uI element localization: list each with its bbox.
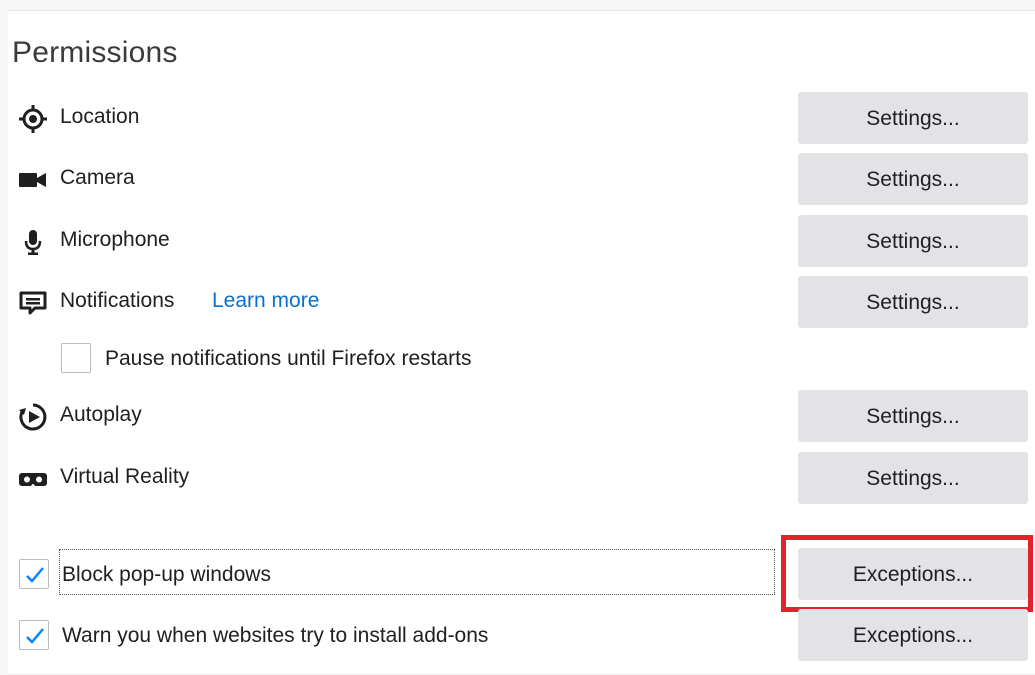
virtual-reality-settings-button[interactable]: Settings...	[798, 452, 1028, 504]
camera-icon	[18, 165, 48, 195]
notifications-icon	[18, 288, 48, 318]
microphone-icon	[18, 227, 48, 257]
camera-settings-button[interactable]: Settings...	[798, 153, 1028, 205]
microphone-settings-button[interactable]: Settings...	[798, 215, 1028, 267]
block-popups-label: Block pop-up windows	[62, 563, 271, 586]
permission-row-microphone: Microphone Settings...	[0, 215, 1035, 267]
location-settings-button[interactable]: Settings...	[798, 92, 1028, 144]
permission-label: Location	[60, 105, 140, 128]
notifications-settings-button[interactable]: Settings...	[798, 276, 1028, 328]
block-popups-checkbox[interactable]	[19, 559, 49, 589]
vr-headset-icon	[18, 464, 48, 494]
warn-addons-label: Warn you when websites try to install ad…	[62, 624, 489, 647]
permission-row-notifications: Notifications Learn more Settings...	[0, 276, 1035, 328]
location-icon	[18, 104, 48, 134]
warn-addons-row: Warn you when websites try to install ad…	[0, 609, 1035, 661]
learn-more-link[interactable]: Learn more	[212, 289, 319, 313]
permission-label: Microphone	[60, 228, 170, 251]
permission-label: Virtual Reality	[60, 465, 190, 488]
highlight-box	[781, 535, 1033, 612]
permission-row-virtual-reality: Virtual Reality Settings...	[0, 452, 1035, 504]
checkmark-icon	[26, 567, 44, 583]
pause-notifications-label: Pause notifications until Firefox restar…	[105, 347, 472, 370]
permission-label: Camera	[60, 166, 135, 189]
pause-notifications-row: Pause notifications until Firefox restar…	[0, 332, 1035, 384]
permission-label: Autoplay	[60, 403, 142, 426]
warn-addons-checkbox[interactable]	[19, 620, 49, 650]
checkmark-icon	[26, 628, 44, 644]
permission-row-autoplay: Autoplay Settings...	[0, 390, 1035, 442]
addon-exceptions-button[interactable]: Exceptions...	[798, 609, 1028, 661]
section-title: Permissions	[12, 36, 178, 69]
permission-row-location: Location Settings...	[0, 92, 1035, 144]
pause-notifications-checkbox[interactable]	[61, 343, 91, 373]
autoplay-settings-button[interactable]: Settings...	[798, 390, 1028, 442]
permission-row-camera: Camera Settings...	[0, 153, 1035, 205]
permission-label: Notifications	[60, 289, 175, 312]
autoplay-icon	[18, 402, 48, 432]
